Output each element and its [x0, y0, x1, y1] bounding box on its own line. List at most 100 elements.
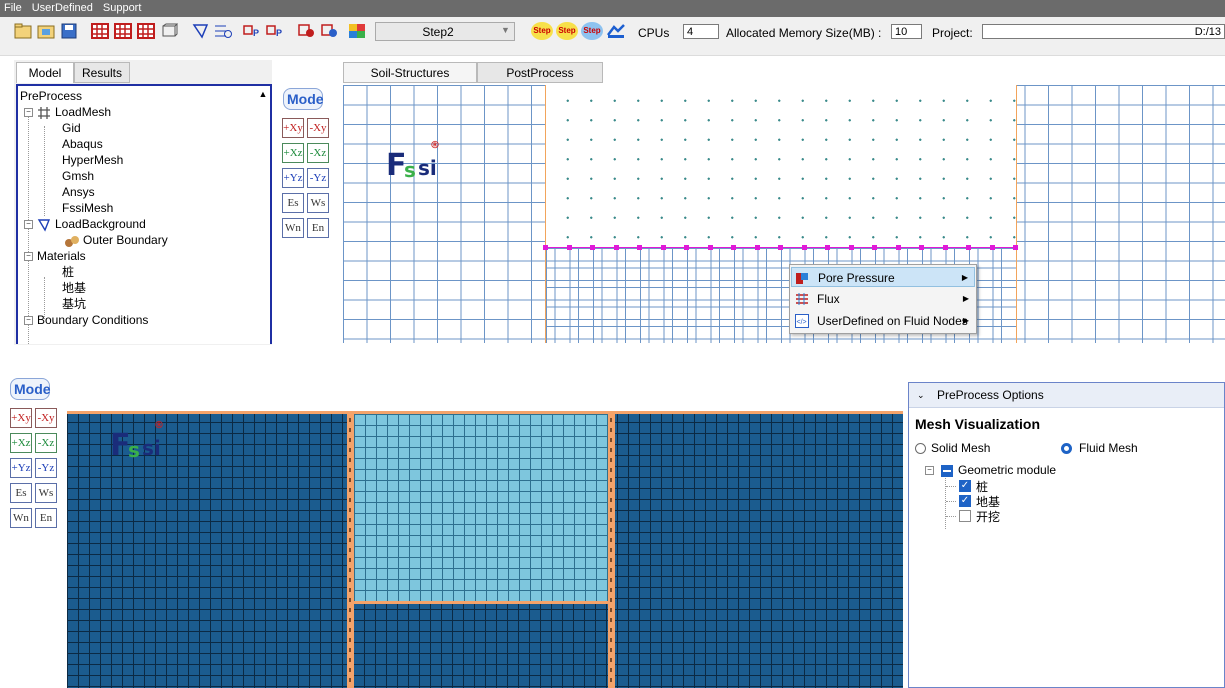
geometric-module-checkbox-partial[interactable]	[941, 465, 953, 477]
fluid-node-marker	[613, 245, 619, 250]
tree-item-fssimesh[interactable]: FssiMesh	[62, 200, 113, 216]
view-plus-xz-button[interactable]: +Xz	[282, 143, 304, 163]
boundary-node-mark	[610, 648, 612, 652]
boundary-node-mark	[349, 608, 351, 612]
view-en-button[interactable]: En	[307, 218, 329, 238]
solid-mesh-radio[interactable]	[915, 443, 926, 454]
view-plus-xy-button[interactable]: +Xy	[282, 118, 304, 138]
tab-results[interactable]: Results	[74, 62, 130, 83]
view-minus-xz-button[interactable]: -Xz	[307, 143, 329, 163]
step-select[interactable]: Step2 ▼	[375, 22, 515, 41]
tree-item-ansys[interactable]: Ansys	[62, 184, 95, 200]
boundary-node-mark	[610, 638, 612, 642]
mode-button[interactable]: Mode	[283, 88, 324, 110]
geometric-module-label: Geometric module	[958, 463, 1057, 477]
mesh-grid3-icon[interactable]	[137, 23, 155, 39]
svg-text:P: P	[253, 28, 259, 38]
run-icon[interactable]	[606, 23, 626, 39]
tree-guide	[946, 486, 956, 487]
tree-item-gmsh[interactable]: Gmsh	[62, 168, 94, 184]
view-wn-button-bottom[interactable]: Wn	[10, 508, 32, 528]
view-ws-button-bottom[interactable]: Ws	[35, 483, 57, 503]
color-blocks-icon[interactable]	[348, 23, 366, 39]
menu-support[interactable]: Support	[99, 0, 148, 17]
excavation-label: 开挖	[976, 510, 1001, 524]
collapse-icon[interactable]: −	[24, 220, 33, 230]
new-file-icon[interactable]	[14, 23, 32, 39]
tree-item-abaqus[interactable]: Abaqus	[62, 136, 103, 152]
scroll-up-arrow-icon[interactable]: ▲	[257, 88, 269, 100]
mesh-grid-icon[interactable]	[91, 23, 109, 39]
view-wn-button[interactable]: Wn	[282, 218, 304, 238]
open-folder-icon[interactable]	[37, 23, 55, 39]
project-path-input[interactable]: D:/13	[982, 24, 1225, 39]
tree-item-loadmesh[interactable]: − LoadMesh	[24, 104, 111, 120]
view-es-button-bottom[interactable]: Es	[10, 483, 32, 503]
cpus-input[interactable]: 4	[683, 24, 719, 39]
save-icon[interactable]	[60, 23, 78, 39]
tree-item-material-pit[interactable]: 基坑	[62, 296, 86, 312]
collapse-icon[interactable]: −	[24, 316, 33, 326]
mesh-grid2-icon[interactable]	[114, 23, 132, 39]
boundary-node-mark	[349, 678, 351, 682]
boundary-line-right	[1016, 85, 1017, 343]
view-minus-xy-button[interactable]: -Xy	[307, 118, 329, 138]
tab-soil-structures[interactable]: Soil-Structures	[343, 62, 477, 83]
step-blue-button[interactable]: Step	[581, 22, 603, 40]
load2-icon[interactable]	[321, 23, 339, 39]
tree-item-outer-boundary[interactable]: Outer Boundary	[64, 232, 168, 248]
fluid-node-marker	[989, 245, 995, 250]
tree-item-material-foundation[interactable]: 地基	[62, 280, 86, 296]
pile-checkbox[interactable]: ✓	[959, 480, 971, 492]
menu-item-userdefined-fluid-nodes[interactable]: </> UserDefined on Fluid Nodes ▶	[791, 311, 975, 331]
collapse-icon[interactable]: −	[24, 252, 33, 262]
step-red-button[interactable]: Step	[556, 22, 578, 40]
excavation-checkbox[interactable]	[959, 510, 971, 522]
menu-item-pore-pressure[interactable]: Pore Pressure ▶	[791, 267, 975, 287]
fluid-node-marker	[778, 245, 783, 250]
timeline-icon[interactable]	[214, 23, 232, 39]
chevron-down-icon[interactable]: ⌄	[917, 383, 925, 407]
tree-item-boundary-conditions[interactable]: − Boundary Conditions	[24, 312, 148, 328]
tree-item-hypermesh[interactable]: HyperMesh	[62, 152, 123, 168]
foundation-checkbox[interactable]: ✓	[959, 495, 971, 507]
svg-text:</>: </>	[797, 319, 807, 326]
mesh-3d-icon[interactable]	[160, 23, 178, 39]
view-en-button-bottom[interactable]: En	[35, 508, 57, 528]
view-plus-yz-button-bottom[interactable]: +Yz	[10, 458, 32, 478]
load-icon[interactable]	[298, 23, 316, 39]
tree-item-preprocess[interactable]: PreProcess	[20, 88, 82, 104]
mode-button-bottom[interactable]: Mode	[10, 378, 51, 400]
view-plus-xz-button-bottom[interactable]: +Xz	[10, 433, 32, 453]
menu-item-flux[interactable]: Flux ▶	[791, 289, 975, 309]
tree-item-material-pile[interactable]: 桩	[62, 264, 74, 280]
collapse-icon[interactable]: −	[925, 466, 934, 475]
memory-input[interactable]: 10	[891, 24, 922, 39]
boundary-node-mark	[610, 618, 612, 622]
view-plus-xy-button-bottom[interactable]: +Xy	[10, 408, 32, 428]
boundary-icon[interactable]: P	[243, 23, 261, 39]
view-minus-yz-button[interactable]: -Yz	[307, 168, 329, 188]
tree-item-materials[interactable]: − Materials	[24, 248, 86, 264]
view-minus-xy-button-bottom[interactable]: -Xy	[35, 408, 57, 428]
fluid-node-marker	[825, 245, 830, 250]
tab-postprocess[interactable]: PostProcess	[477, 62, 603, 83]
view-plus-yz-button[interactable]: +Yz	[282, 168, 304, 188]
view-minus-xz-button-bottom[interactable]: -Xz	[35, 433, 57, 453]
view-ws-button[interactable]: Ws	[307, 193, 329, 213]
tree-item-gid[interactable]: Gid	[62, 120, 81, 136]
view-minus-yz-button-bottom[interactable]: -Yz	[35, 458, 57, 478]
collapse-icon[interactable]: −	[24, 108, 33, 118]
menu-file[interactable]: File	[0, 0, 28, 17]
fluid-mesh-radio[interactable]	[1061, 443, 1072, 454]
background-icon[interactable]	[191, 23, 209, 39]
step-green-button[interactable]: Step	[531, 22, 553, 40]
tree-item-loadbackground[interactable]: − LoadBackground	[24, 216, 146, 232]
menu-userdefined[interactable]: UserDefined	[28, 0, 99, 17]
boundary-node-mark	[610, 528, 612, 532]
boundary-node-mark	[610, 608, 612, 612]
boundary2-icon[interactable]: P	[266, 23, 284, 39]
tab-model[interactable]: Model	[16, 62, 74, 83]
options-header[interactable]: ⌄ PreProcess Options	[909, 383, 1224, 408]
view-es-button[interactable]: Es	[282, 193, 304, 213]
